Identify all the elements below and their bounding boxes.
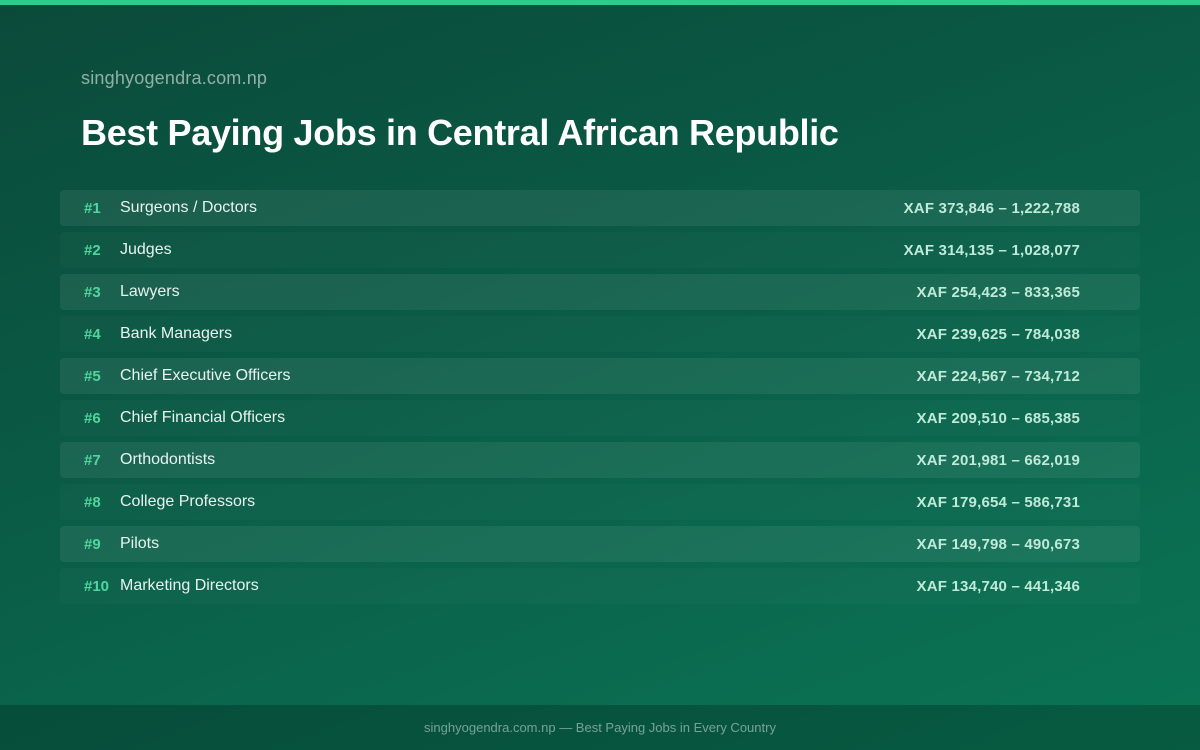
job-rank: #9	[84, 535, 101, 553]
job-row: #4 Bank Managers XAF 239,625 – 784,038	[60, 316, 1140, 352]
job-salary: XAF 239,625 – 784,038	[916, 325, 1080, 343]
job-salary: XAF 179,654 – 586,731	[916, 493, 1080, 511]
job-rank: #6	[84, 409, 101, 427]
job-salary: XAF 254,423 – 833,365	[916, 283, 1080, 301]
job-rank: #5	[84, 367, 101, 385]
site-label: singhyogendra.com.np	[81, 68, 268, 88]
job-salary: XAF 373,846 – 1,222,788	[903, 199, 1080, 217]
top-accent-bar	[0, 0, 1200, 5]
job-rank: #4	[84, 325, 101, 343]
job-title: Judges	[120, 241, 172, 258]
job-salary: XAF 224,567 – 734,712	[916, 367, 1080, 385]
job-title: Bank Managers	[120, 325, 233, 342]
job-rank: #3	[84, 283, 101, 301]
job-rank: #10	[84, 577, 110, 595]
job-row: #6 Chief Financial Officers XAF 209,510 …	[60, 400, 1140, 436]
job-title: Marketing Directors	[120, 577, 259, 594]
job-title: Pilots	[120, 535, 160, 552]
job-title: College Professors	[120, 493, 256, 510]
job-salary: XAF 209,510 – 685,385	[916, 409, 1080, 427]
job-row: #10 Marketing Directors XAF 134,740 – 44…	[60, 568, 1140, 604]
job-salary: XAF 314,135 – 1,028,077	[903, 241, 1080, 259]
job-row: #1 Surgeons / Doctors XAF 373,846 – 1,22…	[60, 190, 1140, 226]
job-rank: #1	[84, 199, 101, 217]
footer-text: singhyogendra.com.np — Best Paying Jobs …	[424, 720, 776, 735]
job-rank: #8	[84, 493, 101, 511]
job-row: #7 Orthodontists XAF 201,981 – 662,019	[60, 442, 1140, 478]
footer: singhyogendra.com.np — Best Paying Jobs …	[0, 705, 1200, 750]
job-title: Orthodontists	[120, 451, 216, 468]
job-rank: #7	[84, 451, 101, 469]
job-list: #1 Surgeons / Doctors XAF 373,846 – 1,22…	[60, 190, 1140, 610]
job-title: Lawyers	[120, 283, 180, 300]
job-salary: XAF 201,981 – 662,019	[916, 451, 1080, 469]
job-row: #8 College Professors XAF 179,654 – 586,…	[60, 484, 1140, 520]
job-row: #9 Pilots XAF 149,798 – 490,673	[60, 526, 1140, 562]
job-salary: XAF 134,740 – 441,346	[916, 577, 1080, 595]
job-title: Chief Financial Officers	[120, 409, 286, 426]
job-salary: XAF 149,798 – 490,673	[916, 535, 1080, 553]
job-title: Surgeons / Doctors	[120, 199, 257, 216]
page-title: Best Paying Jobs in Central African Repu…	[81, 112, 839, 153]
job-row: #2 Judges XAF 314,135 – 1,028,077	[60, 232, 1140, 268]
job-rank: #2	[84, 241, 101, 259]
job-row: #5 Chief Executive Officers XAF 224,567 …	[60, 358, 1140, 394]
job-row: #3 Lawyers XAF 254,423 – 833,365	[60, 274, 1140, 310]
job-title: Chief Executive Officers	[120, 367, 291, 384]
